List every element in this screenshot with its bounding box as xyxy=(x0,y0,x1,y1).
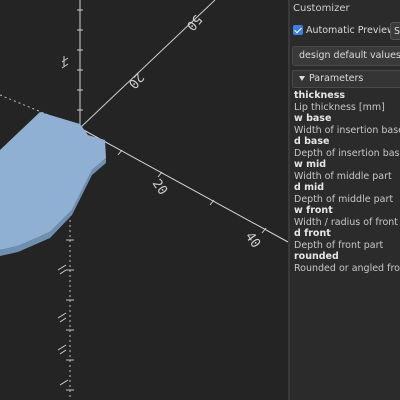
param-name: w front xyxy=(294,205,333,216)
y-axis-ticks xyxy=(117,149,267,234)
parameters-list: thickness Lip thickness [mm] w base Widt… xyxy=(294,90,400,274)
param-name: d base xyxy=(294,136,330,147)
axis-label: 20 xyxy=(125,69,147,91)
show-details-button[interactable]: Sh xyxy=(390,22,400,40)
y-axis-positive xyxy=(79,127,288,243)
axis-label: 40 xyxy=(242,230,263,251)
param-name: w base xyxy=(294,113,332,124)
automatic-preview-checkbox[interactable] xyxy=(293,25,303,35)
parameters-group-label: Parameters xyxy=(309,73,364,84)
param-name: d mid xyxy=(294,182,325,193)
param-description: Width of middle part xyxy=(294,170,392,182)
param-description: Rounded or angled front? xyxy=(294,262,400,274)
param-description: Depth of front part xyxy=(294,239,384,251)
param-name: d front xyxy=(294,228,331,239)
parameters-group-header[interactable]: Parameters xyxy=(292,70,400,88)
preset-select[interactable]: design default values xyxy=(292,46,400,66)
panel-title: Customizer xyxy=(293,3,350,14)
3d-viewport[interactable]: 50 20 20 40 xyxy=(0,0,288,400)
param-name: rounded xyxy=(294,251,339,262)
collapse-triangle-icon xyxy=(299,76,305,81)
axis-label: 20 xyxy=(149,177,170,198)
preview-toolbar: Automatic Preview Sh xyxy=(290,22,400,42)
automatic-preview-label[interactable]: Automatic Preview xyxy=(306,25,395,36)
axis-label: 50 xyxy=(183,11,205,33)
viewport-canvas[interactable]: 50 20 20 40 xyxy=(0,0,288,400)
param-description: Width of insertion base xyxy=(294,124,400,136)
param-name: w mid xyxy=(294,159,327,170)
customizer-panel: Customizer Automatic Preview Sh design d… xyxy=(290,0,400,400)
param-name: thickness xyxy=(294,90,346,101)
param-description: Depth of middle part xyxy=(294,193,394,205)
param-description: Depth of insertion base xyxy=(294,147,400,159)
param-description: Lip thickness [mm] xyxy=(294,101,385,113)
param-description: Width / radius of front part xyxy=(294,216,400,228)
